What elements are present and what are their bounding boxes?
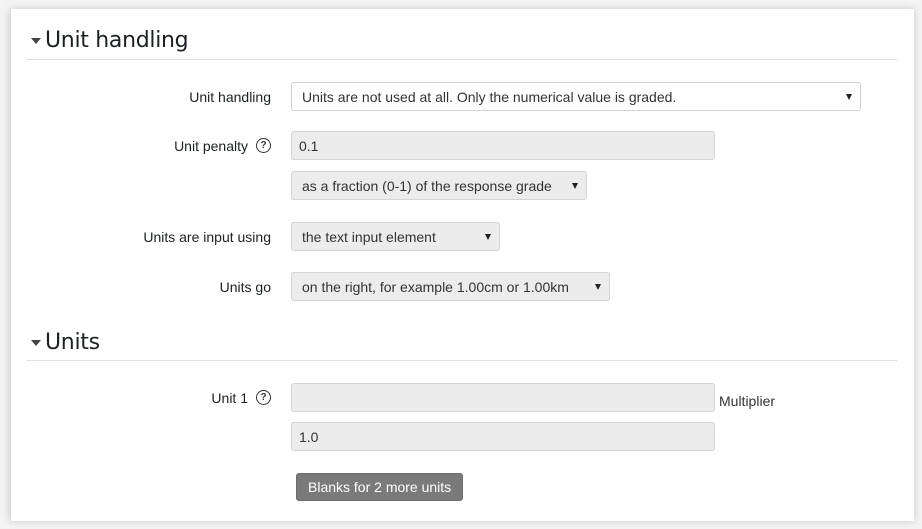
multiplier-label: Multiplier (719, 393, 776, 409)
unit-handling-label-text: Unit handling (189, 88, 271, 105)
units-go-label: Units go (71, 272, 271, 301)
unit-penalty-input[interactable]: 0.1 (291, 131, 715, 160)
help-icon[interactable]: ? (256, 138, 271, 153)
multiplier-input[interactable]: 1.0 (291, 422, 715, 451)
form-card: Unit handling Unit handling Units are no… (10, 9, 914, 521)
dropdown-arrow-icon (485, 233, 491, 240)
units-go-select[interactable]: on the right, for example 1.00cm or 1.00… (291, 272, 610, 301)
units-input-select[interactable]: the text input element (291, 222, 500, 251)
units-input-label-text: Units are input using (143, 228, 271, 245)
unit-penalty-label: Unit penalty ? (71, 131, 271, 160)
dropdown-arrow-icon (846, 93, 852, 100)
section-title: Units (45, 329, 100, 355)
unit1-label-text: Unit 1 (211, 389, 248, 406)
units-go-label-text: Units go (219, 278, 271, 295)
section-header-unit-handling[interactable]: Unit handling (26, 21, 897, 60)
help-icon[interactable]: ? (256, 390, 271, 405)
unit-penalty-mode-selected: as a fraction (0-1) of the response grad… (302, 177, 552, 194)
section-header-units[interactable]: Units (26, 324, 897, 361)
multiplier-value: 1.0 (299, 428, 319, 445)
unit-penalty-label-text: Unit penalty (174, 137, 248, 154)
units-go-selected: on the right, for example 1.00cm or 1.00… (302, 278, 569, 295)
caret-down-icon (31, 340, 41, 346)
unit-penalty-mode-select[interactable]: as a fraction (0-1) of the response grad… (291, 171, 587, 200)
add-blanks-button[interactable]: Blanks for 2 more units (296, 473, 464, 501)
units-input-label: Units are input using (71, 222, 271, 251)
units-input-selected: the text input element (302, 228, 436, 245)
dropdown-arrow-icon (595, 283, 601, 290)
unit-handling-select[interactable]: Units are not used at all. Only the nume… (291, 82, 861, 111)
unit-handling-label: Unit handling (71, 82, 271, 111)
unit1-input[interactable] (291, 383, 715, 412)
unit-penalty-value: 0.1 (299, 137, 319, 154)
unit-handling-selected: Units are not used at all. Only the nume… (302, 88, 677, 105)
dropdown-arrow-icon (572, 182, 578, 189)
caret-down-icon (31, 38, 41, 44)
section-title: Unit handling (45, 27, 189, 53)
unit1-label: Unit 1 ? (71, 383, 271, 412)
